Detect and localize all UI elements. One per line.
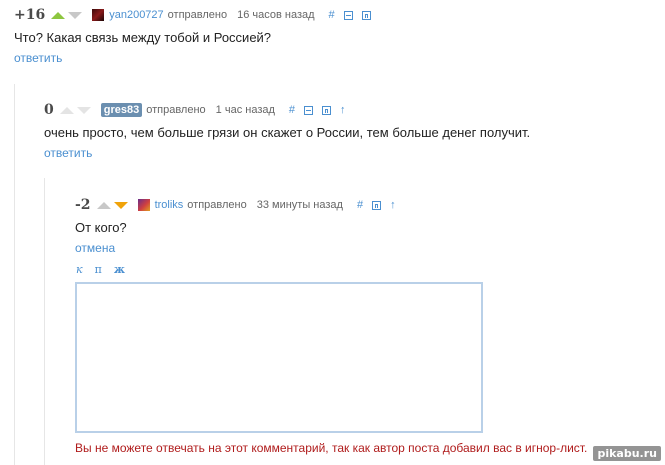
upvote-icon[interactable] <box>59 106 74 114</box>
avatar[interactable] <box>92 9 105 21</box>
arrow-up-icon[interactable]: ↑ <box>390 199 396 211</box>
downvote-icon[interactable] <box>68 11 83 19</box>
downvote-icon[interactable] <box>113 201 128 209</box>
comment-1-actions: # <box>329 9 371 21</box>
comment-1-reply-link[interactable]: ответить <box>14 51 62 65</box>
comment-3-time: 33 минуты назад <box>256 199 343 211</box>
format-toolbar: к п ж <box>76 263 125 276</box>
cancel-reply-link[interactable]: отмена <box>75 241 115 255</box>
collapse-icon[interactable] <box>343 10 353 20</box>
save-icon[interactable] <box>322 105 332 115</box>
upvote-icon[interactable] <box>96 201 111 209</box>
collapse-icon[interactable] <box>304 105 314 115</box>
comment-1-meta: +16 yan200727 отправлено 16 часов назад … <box>14 7 371 23</box>
ignore-list-error: Вы не можете отвечать на этот комментари… <box>75 441 588 455</box>
underline-button[interactable]: п <box>95 263 102 276</box>
reply-textarea[interactable] <box>75 282 483 433</box>
comment-3-text: От кого? <box>75 220 127 235</box>
thread-line-level-1 <box>14 84 15 465</box>
comment-1-sent-label: отправлено <box>167 9 228 21</box>
comment-2-sent-label: отправлено <box>146 104 206 116</box>
save-icon[interactable] <box>372 200 382 210</box>
watermark-logo: pikabu.ru <box>593 446 661 461</box>
hash-link-icon[interactable]: # <box>357 199 363 211</box>
comment-1-username[interactable]: yan200727 <box>109 9 163 21</box>
italic-button[interactable]: к <box>76 263 83 276</box>
comment-1-time: 16 часов назад <box>237 9 315 21</box>
save-icon[interactable] <box>361 10 371 20</box>
comment-3-meta: -2 troliks отправлено 33 минуты назад # … <box>75 197 396 213</box>
comment-2-rating: 0 <box>44 102 54 118</box>
comment-2-username[interactable]: gres83 <box>100 103 143 117</box>
hash-link-icon[interactable]: # <box>289 104 295 116</box>
comment-1-rating: +16 <box>14 7 46 23</box>
comment-3-sent-label: отправлено <box>187 199 247 211</box>
comment-2-text: очень просто, чем больше грязи он скажет… <box>44 125 531 140</box>
hash-link-icon[interactable]: # <box>329 9 335 21</box>
upvote-icon[interactable] <box>51 11 66 19</box>
comment-2-reply-link[interactable]: ответить <box>44 146 92 160</box>
downvote-icon[interactable] <box>76 106 91 114</box>
comment-3-rating: -2 <box>75 197 91 213</box>
arrow-up-icon[interactable]: ↑ <box>340 104 346 116</box>
comment-2-time: 1 час назад <box>215 104 275 116</box>
comment-3-username[interactable]: troliks <box>155 199 184 211</box>
comment-1-text: Что? Какая связь между тобой и Россией? <box>14 30 272 45</box>
comment-3-actions: # ↑ <box>357 199 396 211</box>
comment-2-actions: # ↑ <box>289 104 346 116</box>
avatar[interactable] <box>137 199 150 211</box>
comment-2-meta: 0 gres83 отправлено 1 час назад # ↑ <box>44 102 346 118</box>
bold-button[interactable]: ж <box>114 263 125 276</box>
thread-line-level-2 <box>44 178 45 465</box>
